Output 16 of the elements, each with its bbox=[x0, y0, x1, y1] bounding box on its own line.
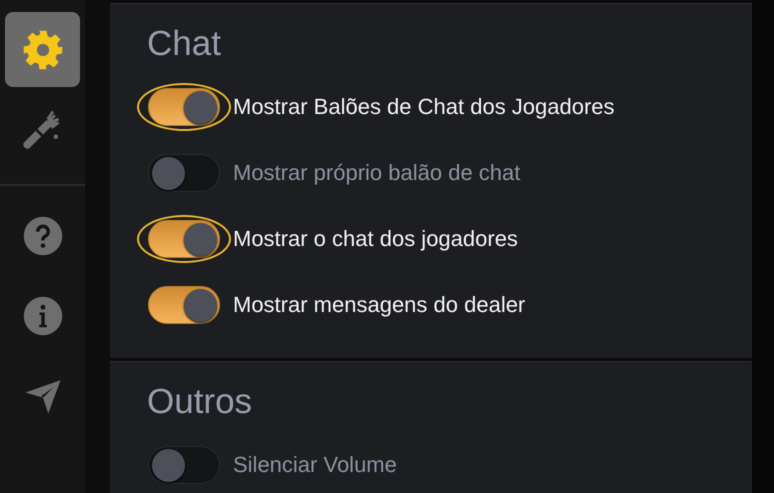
toggle-switch[interactable] bbox=[148, 220, 220, 258]
info-icon bbox=[22, 295, 64, 337]
section-title: Chat bbox=[147, 23, 222, 65]
option-label: Silenciar Volume bbox=[233, 452, 397, 478]
toggle-switch[interactable] bbox=[148, 154, 220, 192]
option-label: Mostrar Balões de Chat dos Jogadores bbox=[233, 94, 615, 120]
toggle-switch[interactable] bbox=[148, 446, 220, 484]
help-icon bbox=[22, 215, 64, 257]
toggle-switch[interactable] bbox=[148, 88, 220, 126]
section-title: Outros bbox=[147, 381, 254, 423]
settings-button[interactable] bbox=[5, 12, 80, 87]
settings-icon bbox=[22, 28, 64, 70]
option-label: Mostrar o chat dos jogadores bbox=[233, 226, 518, 252]
toggle-switch[interactable] bbox=[148, 286, 220, 324]
option-label: Mostrar mensagens do dealer bbox=[233, 292, 526, 318]
option-label: Mostrar próprio balão de chat bbox=[233, 160, 520, 186]
